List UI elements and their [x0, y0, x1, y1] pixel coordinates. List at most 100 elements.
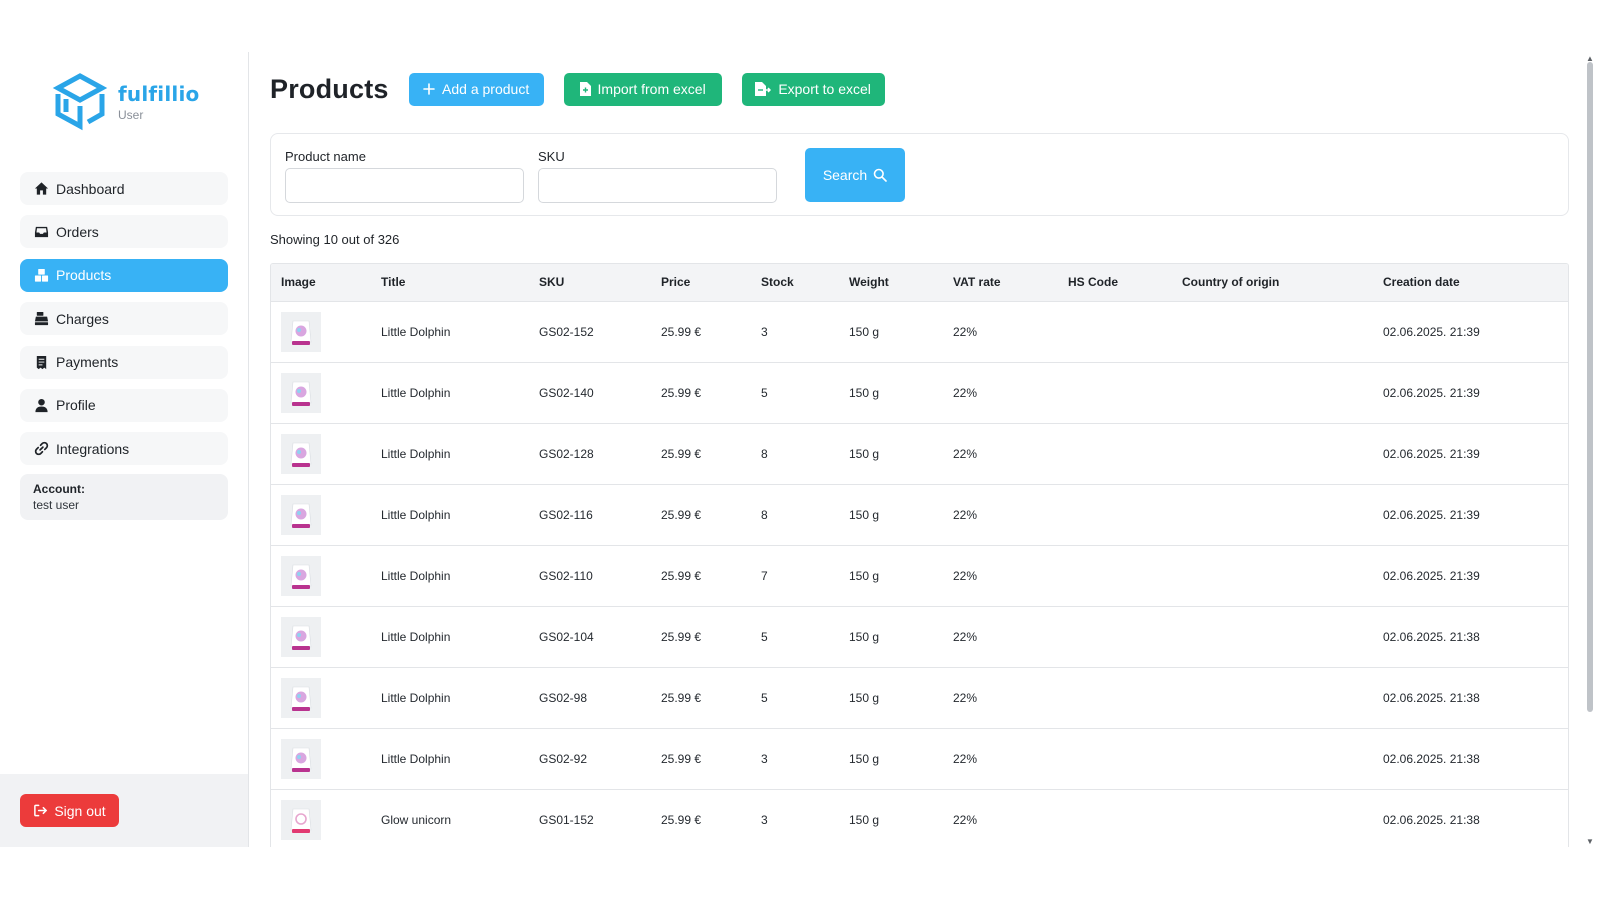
table-row[interactable]: Little Dolphin GS02-116 25.99 € 8 150 g 22% 02…	[271, 484, 1568, 545]
logo[interactable]: fulfillio User	[52, 72, 212, 136]
sidebar-item-profile[interactable]: Profile	[20, 388, 228, 422]
cell-image	[271, 423, 371, 484]
product-thumbnail[interactable]	[281, 616, 321, 657]
product-thumbnail[interactable]	[281, 555, 321, 596]
cell-title: Glow unicorn	[381, 812, 452, 827]
cell-vat: 22%	[953, 446, 978, 461]
cell-country	[1172, 362, 1373, 423]
product-thumbnail[interactable]	[281, 311, 321, 352]
cell-hs	[1058, 728, 1172, 789]
sign-out-icon	[33, 803, 48, 818]
cell-country	[1172, 484, 1373, 545]
sidebar-item-label: Orders	[56, 223, 99, 240]
cell-stock: 5	[761, 629, 768, 644]
product-thumbnail[interactable]	[281, 799, 321, 840]
inbox-icon	[33, 224, 49, 240]
sidebar-item-orders[interactable]: Orders	[20, 215, 228, 249]
sign-out-label: Sign out	[54, 802, 106, 819]
cell-hs	[1058, 667, 1172, 728]
cell-created: 02.06.2025. 21:38	[1383, 629, 1480, 644]
table-row[interactable]: Little Dolphin GS02-128 25.99 € 8 150 g 22% 02…	[271, 423, 1568, 484]
sign-out-button[interactable]: Sign out	[20, 794, 119, 827]
scrollbar-thumb[interactable]	[1587, 62, 1593, 712]
sidebar-item-charges[interactable]: Charges	[20, 302, 228, 336]
product-name-input[interactable]	[285, 168, 524, 203]
sidebar-item-integrations[interactable]: Integrations	[20, 432, 228, 466]
cell-weight: 150 g	[849, 446, 880, 461]
scroll-down-icon[interactable]: ▼	[1585, 837, 1595, 846]
sidebar-item-label: Products	[56, 267, 112, 284]
cell-stock: 3	[761, 324, 768, 339]
table-row[interactable]: Little Dolphin GS02-140 25.99 € 5 150 g 22% 02…	[271, 362, 1568, 423]
cell-sku: GS02-128	[539, 446, 594, 461]
filter-card: Product name SKU Search	[270, 133, 1569, 216]
sku-input[interactable]	[538, 168, 777, 203]
product-thumbnail[interactable]	[281, 677, 321, 718]
table-header-row: Image Title SKU Price Stock Weight VAT r…	[271, 264, 1568, 302]
sidebar-item-products[interactable]: Products	[20, 258, 228, 292]
table-row[interactable]: Little Dolphin GS02-152 25.99 € 3 150 g 22% 02…	[271, 301, 1568, 362]
scroll-up-icon[interactable]: ▲	[1585, 54, 1595, 63]
column-header: Country of origin	[1172, 264, 1373, 302]
receipt-icon	[33, 354, 49, 370]
cell-image	[271, 362, 371, 423]
column-header: Image	[271, 264, 371, 302]
cell-price: 25.99 €	[661, 690, 702, 705]
sidebar-item-dashboard[interactable]: Dashboard	[20, 172, 228, 205]
column-header: Creation date	[1373, 264, 1568, 302]
cell-weight: 150 g	[849, 385, 880, 400]
export-excel-button[interactable]: Export to excel	[741, 72, 885, 106]
product-thumbnail[interactable]	[281, 494, 321, 535]
cell-weight: 150 g	[849, 690, 880, 705]
column-header: HS Code	[1058, 264, 1172, 302]
product-thumbnail[interactable]	[281, 433, 321, 474]
product-name-label: Product name	[285, 149, 366, 164]
cell-vat: 22%	[953, 507, 978, 522]
cell-image	[271, 484, 371, 545]
sidebar-item-label: Integrations	[56, 440, 130, 457]
sku-label: SKU	[538, 149, 565, 164]
cell-sku: GS02-140	[539, 385, 594, 400]
table-row[interactable]: Glow unicorn GS01-152 25.99 € 3 150 g 22% 02.0…	[271, 789, 1568, 847]
cell-created: 02.06.2025. 21:38	[1383, 751, 1480, 766]
page-scrollbar[interactable]: ▲ ▼	[1584, 52, 1596, 847]
sku-field: SKU	[538, 149, 777, 203]
cash-register-icon	[33, 311, 49, 327]
table-row[interactable]: Little Dolphin GS02-92 25.99 € 3 150 g 22% 02.…	[271, 728, 1568, 789]
cell-weight: 150 g	[849, 751, 880, 766]
product-name-field: Product name	[285, 149, 524, 203]
brand-role: User	[118, 108, 144, 122]
cell-created: 02.06.2025. 21:39	[1383, 568, 1480, 583]
sidebar: fulfillio User Dashboard Orders Products…	[0, 52, 249, 847]
import-excel-button[interactable]: Import from excel	[563, 72, 722, 106]
search-label: Search	[822, 167, 868, 183]
cell-stock: 7	[761, 568, 768, 583]
file-import-icon	[579, 82, 591, 96]
cell-vat: 22%	[953, 324, 978, 339]
table-row[interactable]: Little Dolphin GS02-98 25.99 € 5 150 g 22% 02.…	[271, 667, 1568, 728]
product-thumbnail[interactable]	[281, 372, 321, 413]
add-product-button[interactable]: Add a product	[408, 72, 544, 106]
cell-created: 02.06.2025. 21:39	[1383, 385, 1480, 400]
table-row[interactable]: Little Dolphin GS02-104 25.99 € 5 150 g 22% 02…	[271, 606, 1568, 667]
cell-stock: 5	[761, 690, 768, 705]
cell-vat: 22%	[953, 568, 978, 583]
account-label: Account:	[33, 482, 85, 496]
export-excel-label: Export to excel	[778, 81, 871, 97]
column-header: Stock	[751, 264, 839, 302]
cell-image	[271, 789, 371, 847]
sidebar-item-payments[interactable]: Payments	[20, 345, 228, 379]
cell-hs	[1058, 484, 1172, 545]
cell-stock: 5	[761, 385, 768, 400]
cell-price: 25.99 €	[661, 446, 702, 461]
table-row[interactable]: Little Dolphin GS02-110 25.99 € 7 150 g 22% 02…	[271, 545, 1568, 606]
cell-hs	[1058, 606, 1172, 667]
cell-country	[1172, 789, 1373, 847]
search-button[interactable]: Search	[805, 148, 905, 202]
cell-stock: 8	[761, 507, 768, 522]
page-header: Products Add a product Import from excel…	[270, 72, 905, 106]
cell-created: 02.06.2025. 21:39	[1383, 446, 1480, 461]
product-thumbnail[interactable]	[281, 738, 321, 779]
cell-image	[271, 606, 371, 667]
cell-price: 25.99 €	[661, 324, 702, 339]
